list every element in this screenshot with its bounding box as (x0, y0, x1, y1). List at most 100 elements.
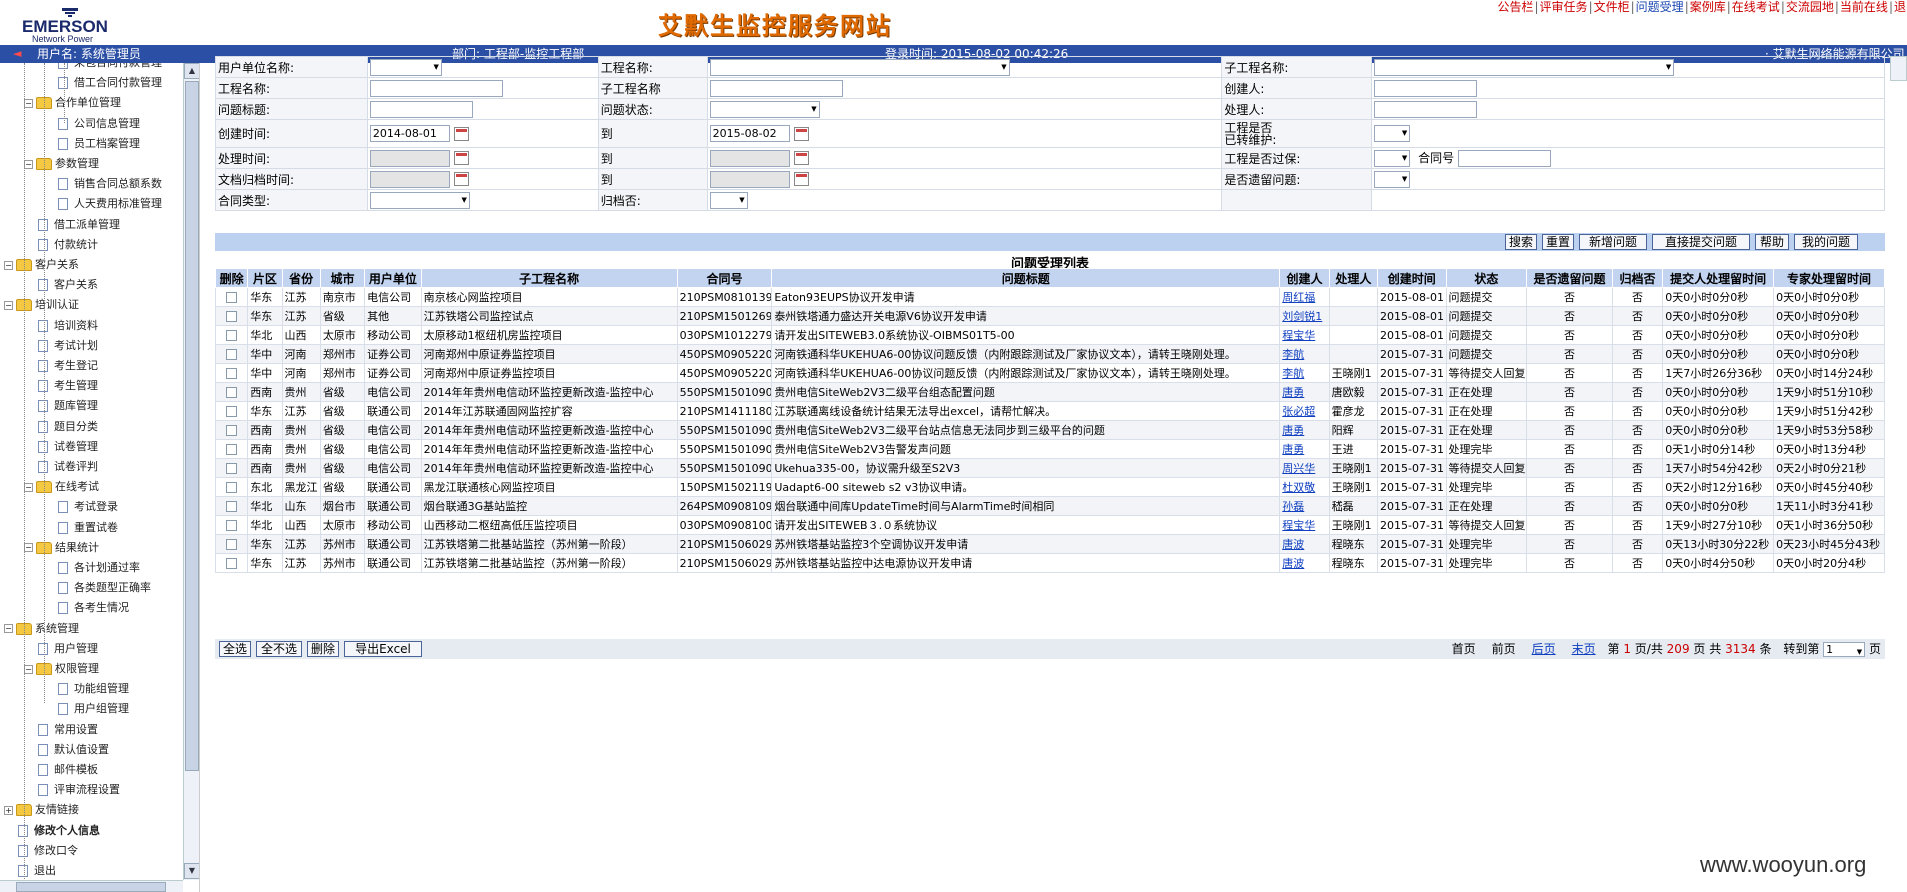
sidebar-item[interactable]: − 在线考试 (24, 477, 99, 497)
hscroll-thumb[interactable] (16, 882, 166, 892)
sidebar-item[interactable]: 用户组管理 (58, 699, 129, 719)
topnav-link[interactable]: 退 (1893, 0, 1907, 14)
sidebar-item[interactable]: 功能组管理 (58, 679, 129, 699)
handle-from-input[interactable] (369, 149, 450, 167)
row-checkbox[interactable] (226, 368, 238, 379)
sidebar-item[interactable]: 试卷管理 (38, 437, 98, 457)
topnav-link[interactable]: 交流园地 (1785, 0, 1835, 14)
sidebar-item[interactable]: 员工档案管理 (58, 134, 140, 154)
sidebar-item[interactable]: 客户关系 (38, 275, 98, 295)
sidebar-item[interactable]: − 结果统计 (24, 538, 99, 558)
sidebar-item[interactable]: 培训资料 (38, 316, 98, 336)
main-scrollbar[interactable] (1890, 56, 1907, 81)
issue-title-link[interactable]: 程宝华 (1282, 519, 1315, 532)
issue-title-link[interactable]: 唐勇 (1282, 424, 1304, 437)
collapse-icon[interactable]: − (24, 664, 33, 674)
topnav-link[interactable]: 案例库 (1689, 0, 1727, 14)
sidebar-item[interactable]: 采包合同付款管理 (58, 63, 162, 73)
org-select[interactable] (369, 58, 442, 76)
sidebar-item[interactable]: − 系统管理 (4, 619, 79, 639)
calendar-icon[interactable] (793, 151, 809, 165)
sidebar-item[interactable]: 人天费用标准管理 (58, 194, 162, 214)
sidebar-item[interactable]: − 参数管理 (24, 154, 99, 174)
sidebar-item[interactable]: − 培训认证 (4, 295, 79, 315)
add-issue-button[interactable]: 新增问题 (1579, 234, 1647, 250)
goto-select[interactable]: 1 (1823, 642, 1866, 659)
select-none-button[interactable]: 全不选 (256, 641, 302, 657)
expand-icon[interactable]: + (4, 805, 13, 815)
sidebar-item[interactable]: 借工派单管理 (38, 215, 120, 235)
creator-input[interactable] (1374, 79, 1478, 97)
handle-to-input[interactable] (709, 149, 790, 167)
archived-select[interactable] (709, 191, 748, 209)
calendar-icon[interactable] (453, 126, 469, 141)
maint-select[interactable] (1374, 125, 1411, 142)
sidebar-item[interactable]: − 客户关系 (4, 255, 79, 275)
sidebar-item[interactable]: 修改个人信息 (18, 821, 100, 841)
collapse-icon[interactable]: − (4, 300, 13, 310)
sidebar-item[interactable]: 各类题型正确率 (58, 578, 151, 598)
row-checkbox[interactable] (226, 444, 238, 455)
row-checkbox[interactable] (226, 387, 238, 398)
sidebar-item[interactable]: 试卷评判 (38, 457, 98, 477)
issue-title-link[interactable]: 周红福 (1282, 291, 1315, 304)
topnav-link[interactable]: 当前在线 (1839, 0, 1889, 14)
sidebar-item[interactable]: 考生登记 (38, 356, 98, 376)
issue-title-link[interactable]: 唐波 (1282, 538, 1304, 551)
project-select[interactable] (709, 58, 1010, 76)
calendar-icon[interactable] (793, 172, 809, 186)
scroll-down-icon[interactable]: ▼ (184, 863, 199, 879)
sidebar-item[interactable]: 借工合同付款管理 (58, 73, 162, 93)
calendar-icon[interactable] (453, 172, 469, 186)
collapse-arrow-icon[interactable]: ◄ (13, 45, 21, 63)
issue-title-link[interactable]: 周兴华 (1282, 462, 1315, 475)
contract-type-select[interactable] (369, 191, 470, 209)
collapse-icon[interactable]: − (24, 543, 33, 553)
subproject-select[interactable] (1374, 58, 1675, 76)
warranty-select[interactable] (1374, 150, 1411, 167)
row-checkbox[interactable] (226, 558, 238, 569)
sidebar-item[interactable]: 销售合同总额系数 (58, 174, 162, 194)
sidebar-item[interactable]: 考生管理 (38, 376, 98, 396)
issue-title-link[interactable]: 刘剑锐1 (1282, 310, 1322, 323)
handler-input[interactable] (1374, 100, 1478, 118)
topnav-link[interactable]: 公告栏 (1496, 0, 1534, 14)
scroll-thumb[interactable] (185, 81, 199, 771)
row-checkbox[interactable] (226, 406, 238, 417)
issue-title-link[interactable]: 唐勇 (1282, 443, 1304, 456)
issue-title-link[interactable]: 张必超 (1282, 405, 1315, 418)
topnav-link[interactable]: 评审任务 (1539, 0, 1589, 14)
issue-title-link[interactable]: 李航 (1282, 367, 1304, 380)
issue-title-link[interactable]: 杜双敬 (1282, 481, 1315, 494)
sidebar-item[interactable]: 考试登录 (58, 497, 118, 517)
sidebar-item[interactable]: 各计划通过率 (58, 558, 140, 578)
delete-button[interactable]: 删除 (307, 641, 339, 657)
scroll-up-icon[interactable]: ▲ (184, 63, 199, 79)
reset-button[interactable]: 重置 (1542, 234, 1574, 250)
collapse-icon[interactable]: − (24, 98, 33, 108)
collapse-icon[interactable]: − (4, 260, 13, 270)
create-from-input[interactable]: 2014-08-01 (369, 125, 450, 142)
row-checkbox[interactable] (226, 311, 238, 322)
select-all-button[interactable]: 全选 (219, 641, 251, 657)
help-button[interactable]: 帮助 (1755, 234, 1789, 250)
sidebar-item[interactable]: 付款统计 (38, 235, 98, 255)
project-input[interactable] (369, 79, 503, 97)
row-checkbox[interactable] (226, 292, 238, 303)
row-checkbox[interactable] (226, 539, 238, 550)
sidebar-item[interactable]: 题目分类 (38, 417, 98, 437)
issue-title-link[interactable]: 唐勇 (1282, 386, 1304, 399)
topnav-link[interactable]: 在线考试 (1731, 0, 1781, 14)
sidebar-item[interactable]: + 友情链接 (4, 800, 79, 820)
sidebar-item[interactable]: 公司信息管理 (58, 114, 140, 134)
topnav-link[interactable]: 文件柜 (1593, 0, 1631, 14)
sidebar-scrollbar[interactable]: ▲ ▼ (183, 63, 199, 880)
sidebar-item[interactable]: 用户管理 (38, 639, 98, 659)
row-checkbox[interactable] (226, 482, 238, 493)
sidebar-item[interactable]: 题库管理 (38, 396, 98, 416)
issue-title-input[interactable] (369, 100, 473, 118)
collapse-icon[interactable]: − (24, 159, 33, 169)
sidebar-item[interactable]: 重置试卷 (58, 518, 118, 538)
issue-title-link[interactable]: 程宝华 (1282, 329, 1315, 342)
row-checkbox[interactable] (226, 349, 238, 360)
